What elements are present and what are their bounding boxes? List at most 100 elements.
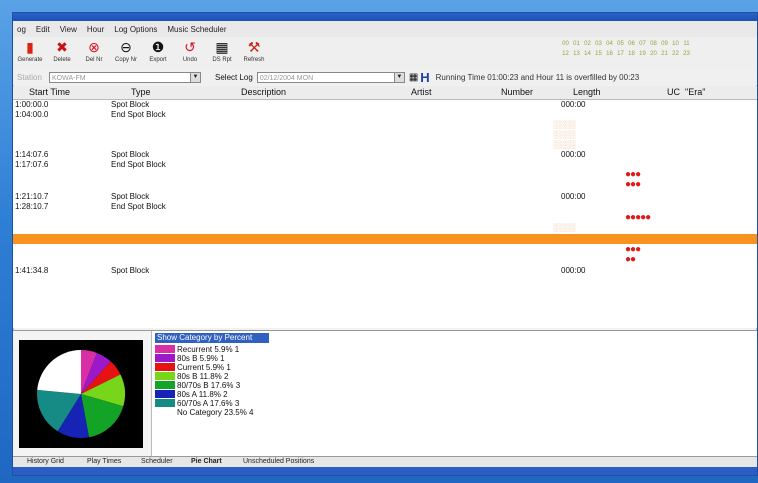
hour-cell[interactable]: 02 <box>583 41 592 47</box>
menu-edit[interactable]: Edit <box>36 25 50 34</box>
hour-cell[interactable]: 20 <box>649 51 658 57</box>
select-log-label: Select Log <box>215 72 253 82</box>
hour-h-icon[interactable]: H <box>420 70 429 85</box>
cell-start-time: 1:00:00.0 <box>15 100 49 109</box>
hour-cell[interactable]: 15 <box>594 51 603 57</box>
ds-rpt-button[interactable]: ▦ DS Rpt <box>207 39 237 67</box>
table-row[interactable]: ░░░░ <box>13 140 757 150</box>
cell-length: 000:00 <box>561 100 586 109</box>
copy-nr-button[interactable]: ⊖ Copy Nr <box>111 39 141 67</box>
del-nr-icon: ⊗ <box>88 39 100 55</box>
del-nr-button[interactable]: ⊗ Del Nr <box>79 39 109 67</box>
export-button[interactable]: ❶ Export <box>143 39 173 67</box>
calendar-icon[interactable]: ▦ <box>409 72 418 83</box>
menu-view[interactable]: View <box>60 25 77 34</box>
copy-nr-icon: ⊖ <box>120 39 132 55</box>
tab-history-grid[interactable]: History Grid <box>27 458 64 465</box>
col-artist[interactable]: Artist <box>411 87 432 97</box>
col-description[interactable]: Description <box>241 87 286 97</box>
pie-chart-background <box>19 340 143 448</box>
chevron-down-icon[interactable]: ▼ <box>190 72 200 82</box>
export-icon: ❶ <box>151 39 165 55</box>
log-select[interactable]: 02/12/2004 MON ▼ <box>256 71 405 83</box>
legend-label: 80s B 5.9% 1 <box>177 354 225 363</box>
table-row[interactable]: ●●●●● <box>13 213 757 223</box>
hour-cell[interactable]: 19 <box>638 51 647 57</box>
delete-icon: ✖ <box>56 39 68 55</box>
hour-cell[interactable]: 18 <box>627 51 636 57</box>
hour-cell[interactable]: 22 <box>671 51 680 57</box>
menu-hour[interactable]: Hour <box>87 25 104 34</box>
legend-swatch <box>155 354 175 362</box>
table-row[interactable]: ●●● <box>13 245 757 255</box>
legend-swatch <box>155 372 175 380</box>
legend-label: Current 5.9% 1 <box>177 363 231 372</box>
faded-cell: ░░░░ <box>553 140 576 149</box>
legend-swatch <box>155 399 175 407</box>
hour-cell[interactable]: 08 <box>649 41 658 47</box>
chevron-down-icon[interactable]: ▼ <box>393 72 404 82</box>
table-row[interactable]: 1:00:00.0 Spot Block 000:00 <box>13 100 757 110</box>
menu-log[interactable]: og <box>17 25 26 34</box>
tab-pie-chart[interactable]: Pie Chart <box>191 458 222 465</box>
hour-cell[interactable]: 21 <box>660 51 669 57</box>
col-era[interactable]: "Era" <box>685 87 705 97</box>
col-start-time[interactable]: Start Time <box>29 87 70 97</box>
table-row[interactable]: ░░░░ <box>13 223 757 233</box>
legend-item: 80s A 11.8% 2 <box>155 390 228 399</box>
legend-item: 80s B 11.8% 2 <box>155 372 228 381</box>
table-row[interactable]: ●●● <box>13 180 757 190</box>
table-row[interactable]: ●●● <box>13 170 757 180</box>
menu-log-options[interactable]: Log Options <box>114 25 157 34</box>
menu-music-scheduler[interactable]: Music Scheduler <box>167 25 226 34</box>
hour-cell[interactable]: 23 <box>682 51 691 57</box>
hour-cell[interactable]: 11 <box>682 41 691 47</box>
table-row-selected[interactable] <box>13 234 757 244</box>
hour-cell[interactable]: 16 <box>605 51 614 57</box>
legend-swatch <box>155 408 175 416</box>
tab-scheduler[interactable]: Scheduler <box>141 458 173 465</box>
hour-cell[interactable]: 14 <box>583 51 592 57</box>
legend-item: 80/70s B 17.6% 3 <box>155 381 240 390</box>
refresh-button[interactable]: ⚒ Refresh <box>239 39 269 67</box>
hour-cell[interactable]: 06 <box>627 41 636 47</box>
table-row[interactable]: ●● <box>13 255 757 265</box>
col-length[interactable]: Length <box>573 87 601 97</box>
generate-button[interactable]: ▮ Generate <box>15 39 45 67</box>
hour-cell[interactable]: 17 <box>616 51 625 57</box>
station-select[interactable]: KOWA-FM ▼ <box>49 71 201 83</box>
hour-cell[interactable]: 00 <box>561 41 570 47</box>
running-time-status: Running Time 01:00:23 and Hour 11 is ove… <box>435 72 640 82</box>
undo-button[interactable]: ↺ Undo <box>175 39 205 67</box>
hour-cell[interactable]: 03 <box>594 41 603 47</box>
hour-cell[interactable]: 01 <box>572 41 581 47</box>
col-number[interactable]: Number <box>501 87 533 97</box>
hour-cell[interactable]: 04 <box>605 41 614 47</box>
table-row[interactable]: 1:17:07.6 End Spot Block <box>13 160 757 170</box>
hour-cell[interactable]: 05 <box>616 41 625 47</box>
hour-cell[interactable]: 12 <box>561 51 570 57</box>
cell-length: 000:00 <box>561 266 586 275</box>
table-row[interactable]: 1:04:00.0 End Spot Block <box>13 110 757 120</box>
table-row[interactable]: 1:14:07.6 Spot Block 000:00 <box>13 150 757 160</box>
tab-unscheduled-positions[interactable]: Unscheduled Positions <box>243 458 314 465</box>
hour-cell[interactable]: 09 <box>660 41 669 47</box>
col-uc[interactable]: UC <box>667 87 680 97</box>
table-row[interactable]: ░░░░ <box>13 120 757 130</box>
hour-cell[interactable]: 07 <box>638 41 647 47</box>
legend-label: 80s A 11.8% 2 <box>177 390 228 399</box>
legend-item: Current 5.9% 1 <box>155 363 231 372</box>
faded-cell: ░░░░ <box>553 223 576 232</box>
hour-cell[interactable]: 10 <box>671 41 680 47</box>
faded-cell: ░░░░ <box>553 130 576 139</box>
hour-cell[interactable]: 13 <box>572 51 581 57</box>
table-row[interactable]: 1:28:10.7 End Spot Block <box>13 202 757 212</box>
tab-play-times[interactable]: Play Times <box>87 458 121 465</box>
table-row[interactable]: 1:41:34.8 Spot Block 000:00 <box>13 266 757 276</box>
table-row[interactable]: 1:21:10.7 Spot Block 000:00 <box>13 192 757 202</box>
refresh-label: Refresh <box>243 57 265 63</box>
col-type[interactable]: Type <box>131 87 151 97</box>
hour-row-am: 00 01 02 03 04 05 06 07 08 09 10 11 <box>561 41 751 47</box>
delete-button[interactable]: ✖ Delete <box>47 39 77 67</box>
table-row[interactable]: ░░░░ <box>13 130 757 140</box>
